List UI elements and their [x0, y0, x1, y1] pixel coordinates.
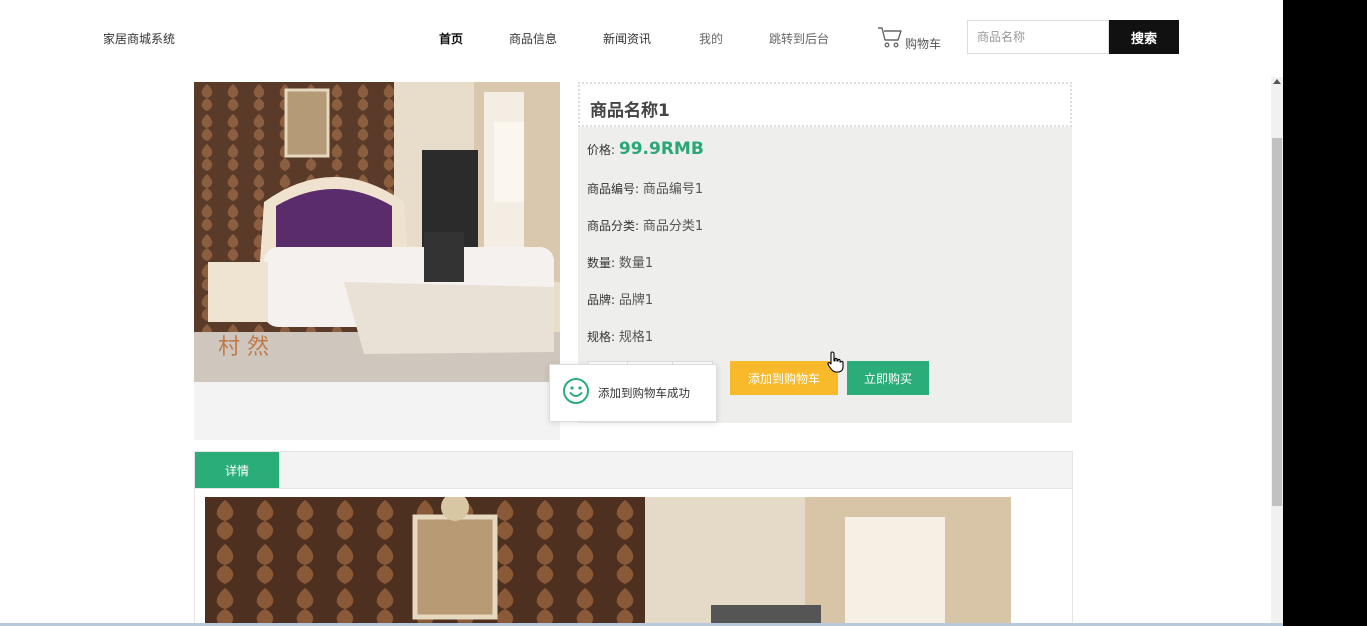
info-row-quantity: 数量: 数量1: [587, 252, 653, 271]
page: 家居商城系统 首页 商品信息 新闻资讯 我的 跳转到后台 购物车 搜索: [0, 0, 1283, 626]
price-label: 价格:: [587, 143, 616, 157]
field-value: 商品编号1: [642, 182, 704, 197]
details-tab-bar: 详情: [195, 452, 1072, 489]
detail-image: [205, 497, 1011, 626]
nav-news[interactable]: 新闻资讯: [603, 30, 651, 47]
field-value: 规格1: [618, 330, 654, 345]
price-value: 99.9RMB: [618, 139, 704, 159]
search-input[interactable]: [967, 20, 1109, 54]
nav-products[interactable]: 商品信息: [509, 30, 557, 47]
cart-icon: [877, 25, 903, 52]
cart-label: 购物车: [905, 37, 942, 51]
site-title[interactable]: 家居商城系统: [103, 30, 175, 47]
price-row: 价格: 99.9RMB: [587, 139, 704, 159]
field-label: 商品分类:: [587, 219, 640, 233]
header: 家居商城系统 首页 商品信息 新闻资讯 我的 跳转到后台 购物车 搜索: [0, 0, 1283, 76]
toast-notification: 添加到购物车成功: [549, 364, 717, 422]
tab-details[interactable]: 详情: [195, 452, 279, 488]
nav-home[interactable]: 首页: [439, 30, 463, 47]
search-button[interactable]: 搜索: [1109, 20, 1179, 54]
info-row-spec: 规格: 规格1: [587, 326, 653, 345]
field-label: 商品编号:: [587, 182, 640, 196]
nav-mine[interactable]: 我的: [699, 30, 723, 47]
field-label: 规格:: [587, 330, 616, 344]
product-image: 村 然: [194, 82, 560, 382]
field-value: 数量1: [618, 256, 654, 271]
cart-link[interactable]: 购物车: [877, 24, 941, 52]
info-row-category: 商品分类: 商品分类1: [587, 215, 703, 234]
nav-admin[interactable]: 跳转到后台: [769, 30, 829, 47]
field-value: 商品分类1: [642, 219, 704, 234]
field-value: 品牌1: [618, 293, 654, 308]
field-label: 品牌:: [587, 293, 616, 307]
product-name: 商品名称1: [578, 82, 1072, 127]
info-row-brand: 品牌: 品牌1: [587, 289, 653, 308]
details-section: 详情: [194, 451, 1073, 626]
hand-cursor-icon: [826, 350, 846, 378]
info-row-code: 商品编号: 商品编号1: [587, 178, 703, 197]
image-watermark: 村 然: [218, 335, 269, 360]
add-to-cart-button[interactable]: 添加到购物车: [730, 361, 838, 395]
product-image-container: 村 然: [194, 82, 560, 440]
field-label: 数量:: [587, 256, 616, 270]
smile-icon: [562, 377, 590, 409]
scrollbar-thumb[interactable]: [1272, 138, 1282, 506]
scroll-up-arrow-icon[interactable]: [1273, 79, 1281, 84]
toast-message: 添加到购物车成功: [598, 386, 690, 400]
buy-now-button[interactable]: 立即购买: [847, 361, 929, 395]
